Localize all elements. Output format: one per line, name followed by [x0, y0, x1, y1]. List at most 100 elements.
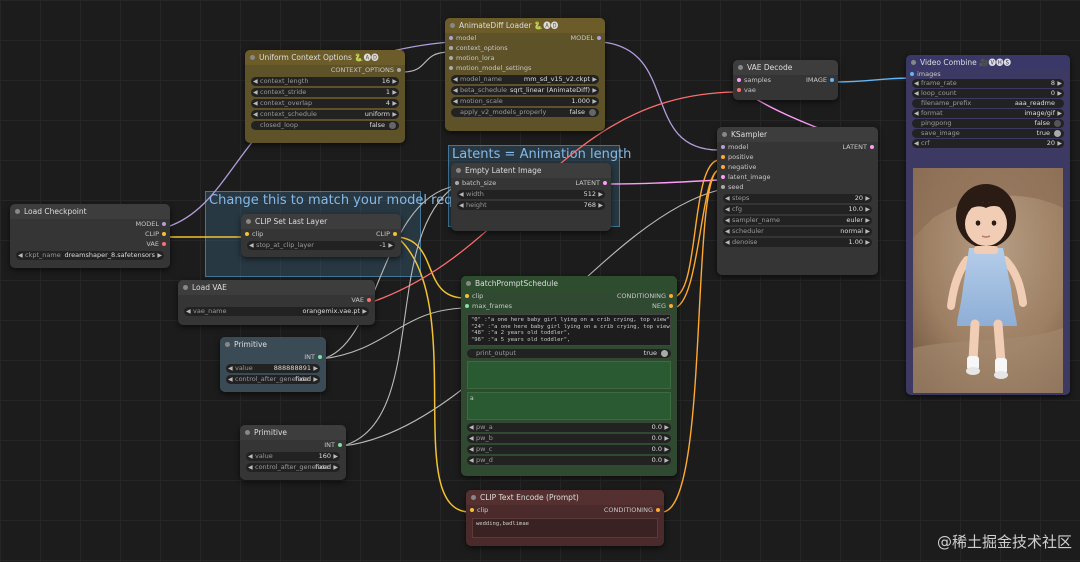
negative-prompt-textarea[interactable]: wedding,badlimae	[472, 518, 658, 538]
arrow-left-icon[interactable]: ◀	[725, 216, 730, 225]
arrow-right-icon[interactable]: ▶	[1057, 89, 1062, 98]
arrow-right-icon[interactable]: ▶	[392, 99, 397, 108]
arrow-right-icon[interactable]: ▶	[388, 241, 393, 250]
input-seed[interactable]: seed	[721, 182, 744, 192]
socket-icon[interactable]	[721, 185, 725, 189]
widget-steps[interactable]: ◀ steps 20 ▶	[723, 194, 872, 203]
input-negative[interactable]: negative	[721, 162, 756, 172]
prompt-schedule-textarea[interactable]: "0" :"a one here baby girl lying on a cr…	[467, 314, 671, 346]
arrow-right-icon[interactable]: ▶	[333, 463, 338, 472]
node-animatediff-loader[interactable]: AnimateDiff Loader 🐍🅐🅓 model MODEL contex…	[445, 18, 605, 131]
arrow-left-icon[interactable]: ◀	[725, 194, 730, 203]
widget-control-after-generate[interactable]: ◀ control_after_generate fixed ▶	[226, 375, 320, 384]
arrow-right-icon[interactable]: ▶	[1057, 109, 1062, 118]
node-canvas[interactable]: Latents = Animation length Change this t…	[0, 0, 1080, 562]
socket-icon[interactable]	[318, 355, 322, 359]
arrow-left-icon[interactable]: ◀	[248, 463, 253, 472]
arrow-left-icon[interactable]: ◀	[228, 375, 233, 384]
socket-icon[interactable]	[721, 165, 725, 169]
node-uniform-context-options[interactable]: Uniform Context Options 🐍🅐🅓 CONTEXT_OPTI…	[245, 50, 405, 143]
output-int[interactable]: INT	[324, 440, 342, 450]
collapse-dot-icon[interactable]	[456, 168, 461, 173]
arrow-left-icon[interactable]: ◀	[248, 452, 253, 461]
app-text-textarea[interactable]: a	[467, 392, 671, 420]
node-title[interactable]: Video Combine 🎥🅥🅗🅢	[906, 55, 1070, 70]
arrow-left-icon[interactable]: ◀	[453, 86, 458, 95]
widget-closed-loop[interactable]: closed_loop false	[251, 121, 399, 130]
widget-crf[interactable]: ◀ crf 20 ▶	[912, 139, 1064, 148]
arrow-left-icon[interactable]: ◀	[469, 456, 474, 465]
input-positive[interactable]: positive	[721, 152, 754, 162]
arrow-right-icon[interactable]: ▶	[592, 86, 597, 95]
socket-icon[interactable]	[455, 181, 459, 185]
collapse-dot-icon[interactable]	[738, 65, 743, 70]
socket-icon[interactable]	[449, 56, 453, 60]
arrow-left-icon[interactable]: ◀	[459, 201, 464, 210]
widget-value[interactable]: ◀ value 888888891 ▶	[226, 364, 320, 373]
toggle-icon[interactable]	[661, 350, 668, 357]
arrow-right-icon[interactable]: ▶	[865, 227, 870, 236]
node-title[interactable]: BatchPromptSchedule	[461, 276, 677, 291]
node-title[interactable]: Uniform Context Options 🐍🅐🅓	[245, 50, 405, 65]
widget-value[interactable]: ◀ value 160 ▶	[246, 452, 340, 461]
input-latent-image[interactable]: latent_image	[721, 172, 771, 182]
socket-icon[interactable]	[470, 508, 474, 512]
socket-icon[interactable]	[830, 78, 834, 82]
arrow-right-icon[interactable]: ▶	[157, 251, 162, 260]
collapse-dot-icon[interactable]	[471, 495, 476, 500]
socket-icon[interactable]	[597, 36, 601, 40]
arrow-left-icon[interactable]: ◀	[186, 307, 191, 316]
node-ksampler[interactable]: KSampler model LATENT positive negative l…	[717, 127, 878, 275]
arrow-right-icon[interactable]: ▶	[865, 216, 870, 225]
widget-context-length[interactable]: ◀ context_length 16 ▶	[251, 77, 399, 86]
socket-icon[interactable]	[162, 232, 166, 236]
arrow-right-icon[interactable]: ▶	[592, 97, 597, 106]
input-clip[interactable]: clip	[245, 229, 263, 239]
widget-width[interactable]: ◀ width 512 ▶	[457, 190, 605, 199]
arrow-right-icon[interactable]: ▶	[362, 307, 367, 316]
output-clip[interactable]: CLIP	[376, 229, 397, 239]
widget-context-overlap[interactable]: ◀ context_overlap 4 ▶	[251, 99, 399, 108]
socket-icon[interactable]	[449, 36, 453, 40]
arrow-left-icon[interactable]: ◀	[253, 99, 258, 108]
output-neg[interactable]: NEG	[652, 301, 673, 311]
collapse-dot-icon[interactable]	[911, 60, 916, 65]
node-title[interactable]: Load VAE	[178, 280, 375, 295]
pre-text-textarea[interactable]	[467, 361, 671, 389]
arrow-left-icon[interactable]: ◀	[228, 364, 233, 373]
output-conditioning[interactable]: CONDITIONING	[604, 505, 660, 515]
arrow-left-icon[interactable]: ◀	[725, 238, 730, 247]
output-vae[interactable]: VAE	[146, 239, 166, 249]
arrow-right-icon[interactable]: ▶	[392, 110, 397, 119]
output-clip[interactable]: CLIP	[145, 229, 166, 239]
input-motion-lora[interactable]: motion_lora	[449, 53, 494, 63]
arrow-right-icon[interactable]: ▶	[592, 75, 597, 84]
arrow-right-icon[interactable]: ▶	[664, 423, 669, 432]
socket-icon[interactable]	[721, 145, 725, 149]
collapse-dot-icon[interactable]	[15, 209, 20, 214]
socket-icon[interactable]	[721, 175, 725, 179]
node-clip-set-last-layer[interactable]: CLIP Set Last Layer clip CLIP ◀ stop_at_cl…	[241, 214, 401, 257]
socket-icon[interactable]	[367, 298, 371, 302]
arrow-right-icon[interactable]: ▶	[598, 201, 603, 210]
collapse-dot-icon[interactable]	[250, 55, 255, 60]
arrow-left-icon[interactable]: ◀	[253, 110, 258, 119]
socket-icon[interactable]	[870, 145, 874, 149]
arrow-left-icon[interactable]: ◀	[914, 89, 919, 98]
widget-vae-name[interactable]: ◀ vae_name orangemix.vae.pt ▶	[184, 307, 369, 316]
arrow-left-icon[interactable]: ◀	[914, 79, 919, 88]
node-title[interactable]: Load Checkpoint	[10, 204, 170, 219]
input-clip[interactable]: clip	[470, 505, 488, 515]
widget-cfg[interactable]: ◀ cfg 10.0 ▶	[723, 205, 872, 214]
arrow-right-icon[interactable]: ▶	[664, 445, 669, 454]
node-title[interactable]: Empty Latent Image	[451, 163, 611, 178]
input-model[interactable]: model	[721, 142, 748, 152]
widget-filename-prefix[interactable]: filename_prefix aaa_readme	[912, 99, 1064, 108]
socket-icon[interactable]	[669, 294, 673, 298]
output-model[interactable]: MODEL	[571, 33, 601, 43]
arrow-left-icon[interactable]: ◀	[18, 251, 23, 260]
output-int[interactable]: INT	[304, 352, 322, 362]
node-clip-text-encode[interactable]: CLIP Text Encode (Prompt) clip CONDITIONI…	[466, 490, 664, 546]
node-load-vae[interactable]: Load VAE VAE ◀ vae_name orangemix.vae.pt ▶	[178, 280, 375, 325]
socket-icon[interactable]	[910, 72, 914, 76]
